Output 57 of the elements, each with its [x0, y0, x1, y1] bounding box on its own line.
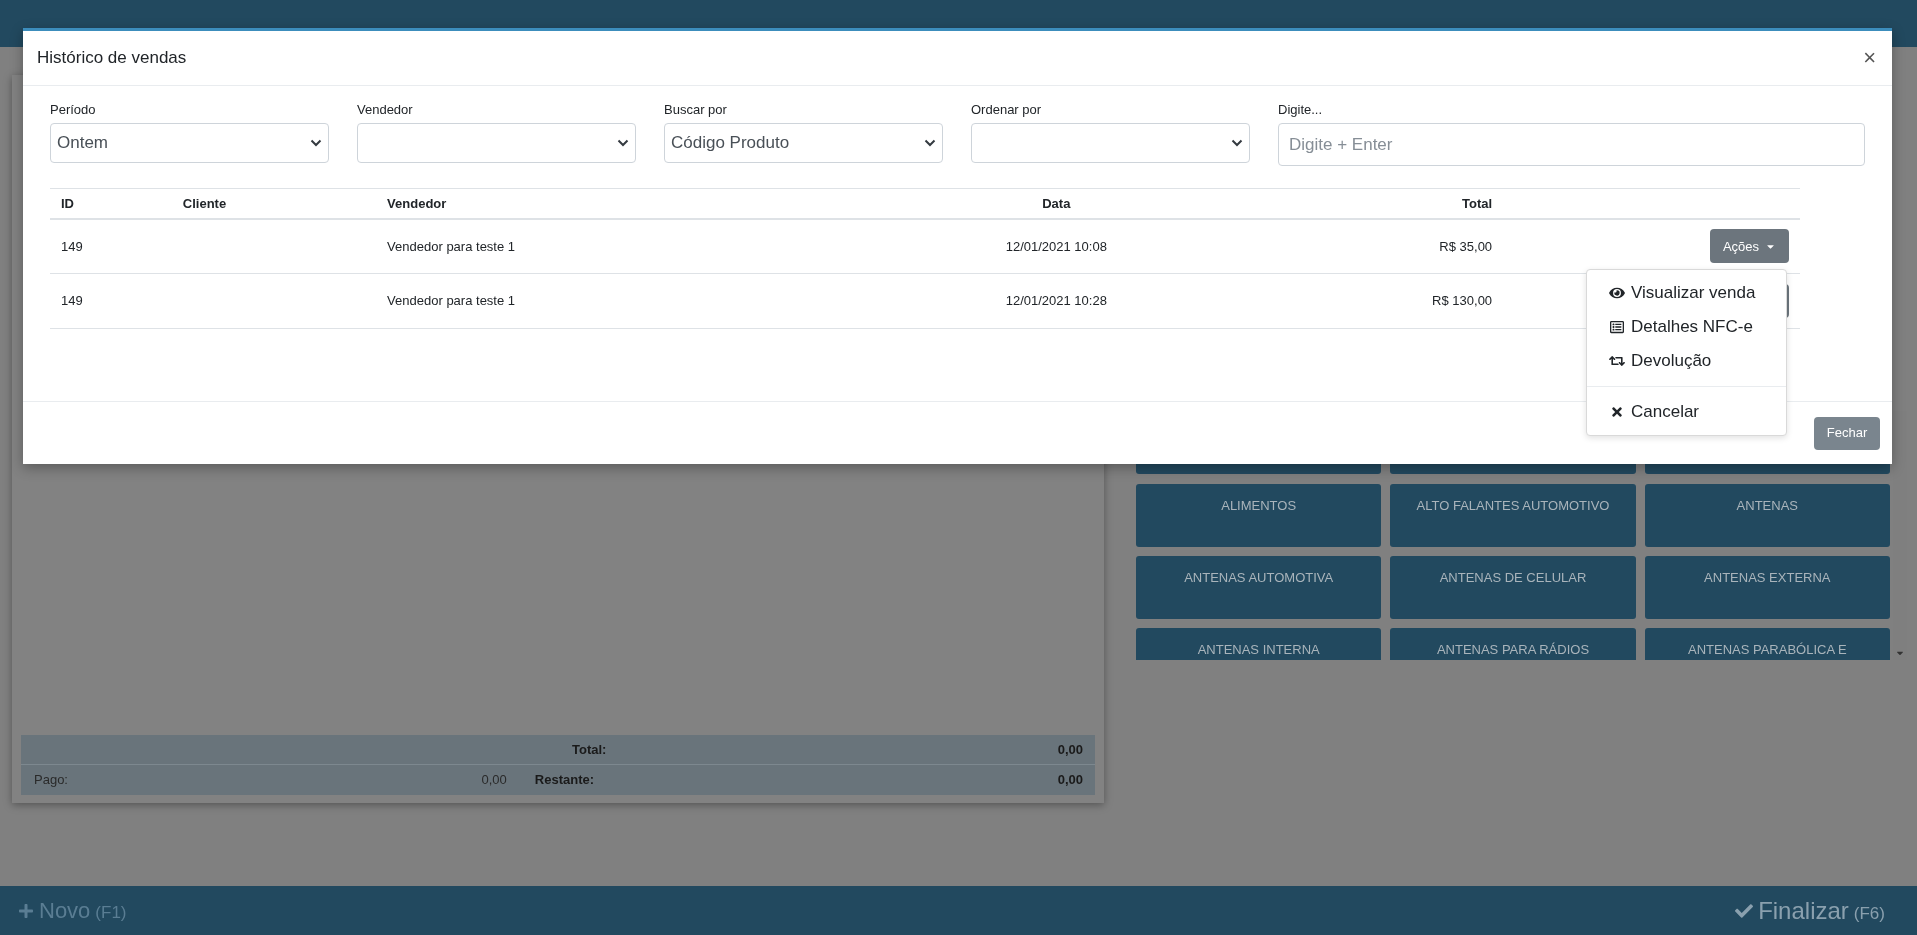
select-field[interactable]: Ontem — [50, 123, 329, 163]
paid-value: 0,00 — [480, 771, 508, 790]
filter-label: Vendedor — [357, 101, 414, 117]
retweet-icon — [1609, 354, 1625, 368]
select-field[interactable] — [971, 123, 1250, 163]
finish-button[interactable]: Finalizar (F6) — [1735, 892, 1899, 929]
category-button[interactable]: ANTENAS EXTERNA — [1644, 556, 1890, 619]
dialog-title: Histórico de vendas — [37, 47, 187, 70]
chevron-down-icon — [310, 139, 322, 147]
category-button[interactable]: ANTENAS DE CELULAR — [1390, 556, 1636, 619]
column-header: Total — [1222, 188, 1503, 219]
eye-icon — [1609, 286, 1625, 300]
menu-item[interactable]: Visualizar venda — [1587, 276, 1786, 310]
filter-label: Período — [50, 101, 97, 117]
table-cell: 12/01/2021 10:28 — [890, 273, 1223, 329]
category-button[interactable]: ANTENAS — [1644, 484, 1890, 547]
total-value: 0,00 — [1057, 740, 1084, 759]
table-cell: Vendedor para teste 1 — [387, 218, 891, 274]
table-cell: 12/01/2021 10:08 — [890, 218, 1223, 274]
filter-label: Digite... — [1278, 101, 1324, 117]
filter-label: Buscar por — [664, 101, 728, 117]
category-button[interactable]: ANTENAS AUTOMOTIVA — [1136, 556, 1382, 619]
category-button[interactable]: ALTO FALANTES AUTOMOTIVO — [1390, 484, 1636, 547]
column-header: Data — [890, 188, 1223, 219]
search-field[interactable]: Digite + Enter — [1278, 123, 1865, 166]
select-field[interactable] — [357, 123, 636, 163]
category-button[interactable]: ANTENAS INTERNA — [1136, 628, 1382, 660]
close-dialog-button[interactable]: Fechar — [1814, 416, 1880, 450]
table-cell: R$ 130,00 — [1222, 273, 1503, 329]
category-button[interactable]: ANTENAS PARA RÁDIOS — [1390, 628, 1636, 660]
list-icon — [1609, 320, 1625, 334]
column-header: ID — [50, 188, 183, 219]
chevron-down-icon — [617, 139, 629, 147]
category-button[interactable]: ANTENAS PARABÓLICA E — [1644, 628, 1890, 660]
category-button[interactable]: ALIMENTOS — [1136, 484, 1382, 547]
select-field[interactable]: Código Produto — [664, 123, 943, 163]
plus-icon — [18, 902, 34, 919]
chevron-down-icon — [924, 139, 936, 147]
table-cell: R$ 35,00 — [1222, 218, 1503, 274]
total-label: Total: — [571, 740, 608, 759]
actions-button[interactable]: Ações — [1710, 229, 1789, 264]
remaining-value: 0,00 — [1057, 771, 1084, 790]
menu-item[interactable]: Cancelar — [1587, 395, 1786, 429]
remaining-label: Restante: — [533, 771, 596, 790]
menu-item[interactable]: Devolução — [1587, 344, 1786, 378]
chevron-down-icon — [1231, 139, 1243, 147]
table-cell: 149 — [50, 273, 183, 329]
check-icon — [1735, 901, 1754, 920]
filter-label: Ordenar por — [971, 101, 1043, 117]
menu-item[interactable]: Detalhes NFC-e — [1587, 310, 1786, 344]
column-header: Cliente — [182, 188, 388, 219]
paid-label: Pago: — [33, 771, 68, 790]
close-button[interactable]: × — [1863, 47, 1878, 69]
table-cell: 149 — [50, 218, 183, 274]
close-icon — [1609, 405, 1625, 419]
table-cell: Vendedor para teste 1 — [387, 273, 891, 329]
column-header: Vendedor — [387, 188, 891, 219]
